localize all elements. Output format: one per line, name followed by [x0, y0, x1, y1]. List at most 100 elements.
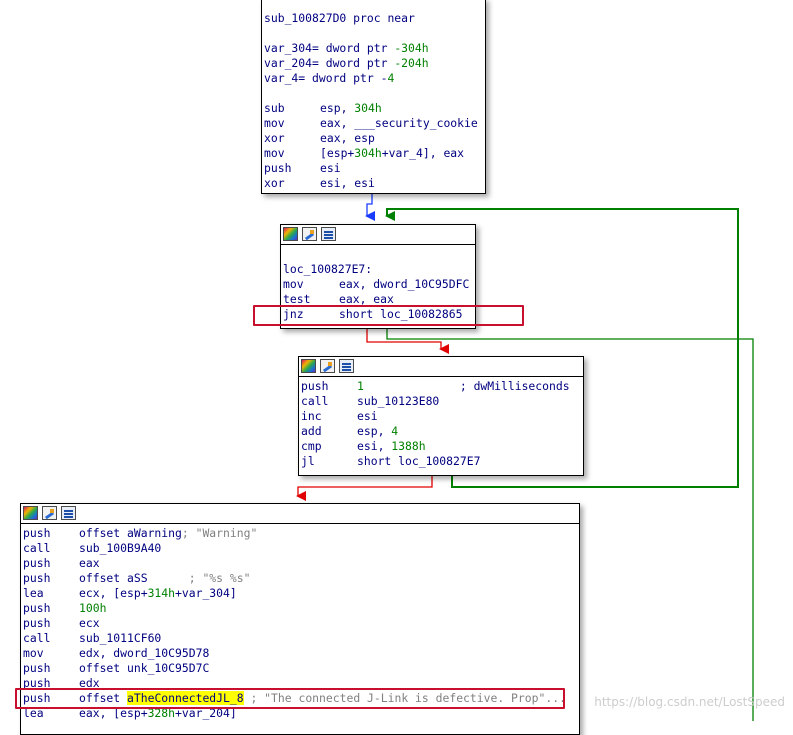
edit-icon[interactable]	[302, 227, 317, 241]
asm-line[interactable]: mov eax, ___security_cookie	[264, 116, 483, 131]
asm-line[interactable]: sub_100827D0 proc near	[264, 11, 483, 26]
operand[interactable]: sub_100B9A40	[79, 541, 161, 555]
operand[interactable]: eax, ___security_cookie	[320, 116, 478, 130]
label-text: sub_100827D0 proc near	[264, 11, 415, 25]
comment: ; "Warning"	[181, 526, 258, 540]
asm-line[interactable]: push 100h	[23, 601, 577, 616]
operand[interactable]: eax, dword_10C95DFC	[339, 277, 469, 291]
asm-line[interactable]: xor esi, esi	[264, 176, 483, 191]
asm-line[interactable]: var_204= dword ptr -204h	[264, 56, 483, 71]
operand[interactable]: eax, eax	[339, 292, 394, 306]
operand[interactable]: offset unk_10C95D7C	[79, 661, 209, 675]
operand[interactable]: ecx, [esp+314h+var_304]	[79, 586, 237, 600]
asm-line[interactable]: lea ecx, [esp+314h+var_304]	[23, 586, 577, 601]
mnemonic: push	[23, 526, 51, 540]
asm-line[interactable]: loc_100827E7:	[283, 262, 473, 277]
mnemonic: call	[301, 394, 329, 408]
edit-icon[interactable]	[42, 506, 57, 520]
asm-line[interactable]: sub esp, 304h	[264, 101, 483, 116]
operand[interactable]: esi, 1388h	[357, 439, 426, 453]
asm-line[interactable]	[283, 247, 473, 262]
mnemonic: cmp	[301, 439, 322, 453]
mnemonic: call	[23, 541, 51, 555]
operand[interactable]: esp, 4	[357, 424, 398, 438]
operand[interactable]: eax, esp	[320, 131, 375, 145]
graph-view-icon[interactable]	[339, 359, 354, 373]
mnemonic: jl	[301, 454, 315, 468]
highlight-box-jnz	[253, 305, 524, 326]
mnemonic: push	[23, 571, 51, 585]
operand[interactable]: eax	[79, 556, 100, 570]
mnemonic: xor	[264, 131, 285, 145]
asm-line[interactable]: var_304= dword ptr -304h	[264, 41, 483, 56]
asm-line[interactable]: push offset aSS ; "%s %s"	[23, 571, 577, 586]
graph-color-icon[interactable]	[23, 506, 38, 520]
mnemonic: push	[23, 661, 51, 675]
asm-line[interactable]: push offset aWarning; "Warning"	[23, 526, 577, 541]
graph-view-icon[interactable]	[321, 227, 336, 241]
edit-icon[interactable]	[320, 359, 335, 373]
operand[interactable]: esi	[357, 409, 378, 423]
asm-line[interactable]: xor eax, esp	[264, 131, 483, 146]
asm-line[interactable]: call sub_10123E80	[301, 394, 581, 409]
asm-line[interactable]: mov edx, dword_10C95D78	[23, 646, 577, 661]
mnemonic: push	[23, 616, 51, 630]
mnemonic: push	[23, 556, 51, 570]
mnemonic: mov	[283, 277, 304, 291]
operand[interactable]: sub_1011CF60	[79, 631, 161, 645]
asm-line[interactable]: var_4= dword ptr -4	[264, 71, 483, 86]
label-text: loc_100827E7:	[283, 262, 373, 276]
edge-block3-block4	[296, 474, 433, 501]
mnemonic: call	[23, 631, 51, 645]
operand[interactable]: edx, dword_10C95D78	[79, 646, 209, 660]
operand[interactable]: esi	[320, 161, 341, 175]
operand[interactable]: short loc_100827E7	[357, 454, 480, 468]
mnemonic: inc	[301, 409, 322, 423]
operand[interactable]: 1	[357, 379, 364, 393]
asm-line[interactable]: jl short loc_100827E7	[301, 454, 581, 469]
asm-line[interactable]: mov [esp+304h+var_4], eax	[264, 146, 483, 161]
graph-color-icon[interactable]	[283, 227, 298, 241]
mnemonic: mov	[264, 146, 285, 160]
operand[interactable]: offset aWarning	[79, 526, 182, 540]
edge-block1-block2	[365, 194, 375, 221]
asm-line[interactable]: push 1 ; dwMilliseconds	[301, 379, 581, 394]
label-text: var_304= dword ptr -304h	[264, 41, 429, 55]
operand[interactable]: [esp+304h+var_4], eax	[320, 146, 464, 160]
asm-line[interactable]: push offset unk_10C95D7C	[23, 661, 577, 676]
asm-line[interactable]	[264, 26, 483, 41]
operand[interactable]: ecx	[79, 616, 100, 630]
code-block-1[interactable]: sub_100827D0 proc near var_304= dword ptr…	[261, 0, 486, 194]
operand[interactable]: 100h	[79, 601, 106, 615]
operand[interactable]: esi, esi	[320, 176, 375, 190]
operand[interactable]: offset aSS	[79, 571, 148, 585]
asm-line[interactable]	[264, 86, 483, 101]
asm-line[interactable]: mov eax, dword_10C95DFC	[283, 277, 473, 292]
comment: ; dwMilliseconds	[459, 379, 570, 393]
asm-line[interactable]: add esp, 4	[301, 424, 581, 439]
asm-line[interactable]: cmp esi, 1388h	[301, 439, 581, 454]
mnemonic: xor	[264, 176, 285, 190]
block-toolbar	[21, 504, 579, 524]
graph-view-icon[interactable]	[61, 506, 76, 520]
mnemonic: push	[23, 601, 51, 615]
asm-line[interactable]: push esi	[264, 161, 483, 176]
asm-line[interactable]: call sub_1011CF60	[23, 631, 577, 646]
mnemonic: push	[264, 161, 292, 175]
mnemonic: push	[301, 379, 329, 393]
comment: ; "%s %s"	[147, 571, 251, 585]
graph-color-icon[interactable]	[301, 359, 316, 373]
asm-line[interactable]: inc esi	[301, 409, 581, 424]
asm-line[interactable]: push ecx	[23, 616, 577, 631]
block-toolbar	[299, 357, 583, 377]
label-text: var_204= dword ptr -204h	[264, 56, 429, 70]
mnemonic: sub	[264, 101, 285, 115]
operand[interactable]: sub_10123E80	[357, 394, 439, 408]
mnemonic: mov	[264, 116, 285, 130]
block-toolbar	[281, 225, 475, 245]
code-block-3[interactable]: push 1 ; dwMilliseconds call sub_10123E80 inc…	[298, 356, 584, 476]
mnemonic: lea	[23, 586, 44, 600]
asm-line[interactable]: call sub_100B9A40	[23, 541, 577, 556]
asm-line[interactable]: push eax	[23, 556, 577, 571]
operand[interactable]: esp, 304h	[320, 101, 382, 115]
